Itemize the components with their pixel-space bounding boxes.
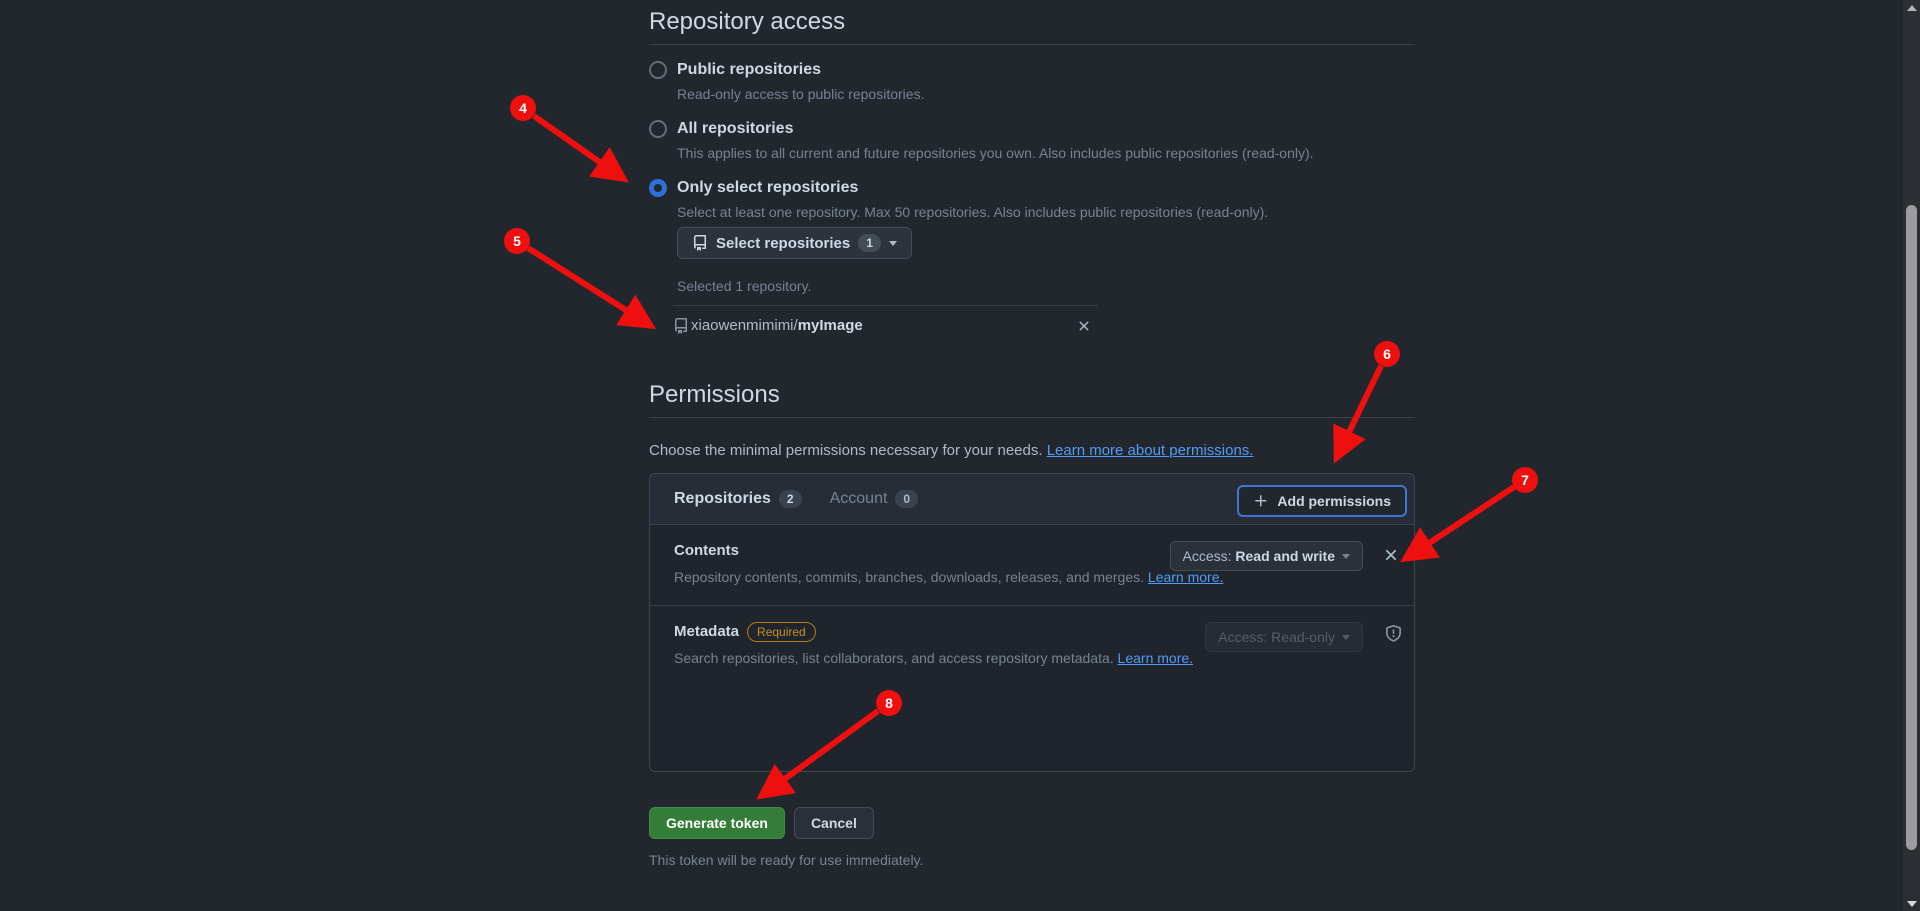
chevron-down-icon bbox=[1342, 554, 1350, 559]
option-label[interactable]: Only select repositories bbox=[677, 177, 858, 199]
svg-text:4: 4 bbox=[519, 100, 527, 116]
access-dropdown-contents[interactable]: Access: Read and write bbox=[1170, 541, 1364, 571]
account-count-badge: 0 bbox=[895, 490, 918, 508]
plus-icon bbox=[1253, 493, 1269, 509]
permission-row-contents: Contents Repository contents, commits, b… bbox=[650, 525, 1414, 605]
repositories-count-badge: 2 bbox=[779, 490, 802, 508]
permissions-intro: Choose the minimal permissions necessary… bbox=[649, 441, 1415, 461]
selected-count-badge: 1 bbox=[858, 234, 881, 252]
repo-icon bbox=[692, 235, 708, 251]
close-icon bbox=[1382, 546, 1400, 564]
permission-row-metadata: Metadata Required Search repositories, l… bbox=[650, 605, 1414, 685]
annotation-circle-4 bbox=[510, 95, 536, 121]
learn-more-permissions-link[interactable]: Learn more about permissions. bbox=[1047, 442, 1254, 459]
select-repositories-label: Select repositories bbox=[716, 235, 850, 252]
option-label[interactable]: All repositories bbox=[677, 118, 793, 140]
option-label[interactable]: Public repositories bbox=[677, 59, 821, 81]
add-permissions-button[interactable]: Add permissions bbox=[1237, 485, 1407, 517]
scroll-up-icon[interactable] bbox=[1907, 5, 1917, 11]
access-dropdown-metadata: Access: Read-only bbox=[1205, 622, 1363, 652]
close-icon bbox=[1076, 318, 1092, 334]
learn-more-link[interactable]: Learn more. bbox=[1148, 569, 1223, 585]
radio-public-repositories[interactable] bbox=[649, 61, 667, 79]
token-ready-note: This token will be ready for use immedia… bbox=[649, 852, 1415, 868]
form-actions: Generate token Cancel bbox=[649, 807, 1415, 839]
scroll-down-icon[interactable] bbox=[1907, 901, 1917, 907]
permissions-panel-header: Repositories 2 Account 0 Add permissions bbox=[650, 474, 1414, 525]
svg-text:7: 7 bbox=[1521, 472, 1529, 488]
permissions-panel: Repositories 2 Account 0 Add permissions… bbox=[649, 473, 1415, 772]
option-public-repositories: Public repositories Read-only access to … bbox=[649, 59, 1415, 104]
cancel-button[interactable]: Cancel bbox=[794, 807, 874, 839]
option-description: This applies to all current and future r… bbox=[677, 143, 1415, 163]
option-description: Read-only access to public repositories. bbox=[677, 84, 1415, 104]
required-badge: Required bbox=[747, 622, 816, 642]
radio-all-repositories[interactable] bbox=[649, 120, 667, 138]
generate-token-button[interactable]: Generate token bbox=[649, 807, 785, 839]
selected-repo-name: xiaowenmimimi/myImage bbox=[691, 317, 863, 334]
chevron-down-icon bbox=[1342, 635, 1350, 640]
svg-text:5: 5 bbox=[513, 233, 521, 249]
option-only-select-repositories: Only select repositories Select at least… bbox=[649, 177, 1415, 222]
repo-icon bbox=[673, 318, 689, 334]
annotation-circle-7 bbox=[1512, 467, 1538, 493]
remove-permission-button[interactable] bbox=[1382, 546, 1400, 569]
selected-summary: Selected 1 repository. bbox=[677, 276, 1415, 296]
remove-repo-button[interactable] bbox=[1076, 318, 1092, 339]
shield-alert-icon bbox=[1385, 625, 1402, 647]
scrollbar[interactable] bbox=[1903, 0, 1920, 911]
tab-repositories[interactable]: Repositories 2 bbox=[674, 490, 802, 508]
option-all-repositories: All repositories This applies to all cur… bbox=[649, 118, 1415, 163]
learn-more-link[interactable]: Learn more. bbox=[1118, 650, 1193, 666]
selected-repo-row: xiaowenmimimi/myImage bbox=[673, 306, 1098, 344]
radio-only-select-repositories[interactable] bbox=[649, 179, 667, 197]
permissions-heading: Permissions bbox=[649, 381, 1415, 418]
select-repositories-button[interactable]: Select repositories 1 bbox=[677, 227, 912, 259]
tab-account[interactable]: Account 0 bbox=[830, 490, 919, 508]
annotation-circle-5 bbox=[504, 228, 530, 254]
scrollbar-thumb[interactable] bbox=[1906, 205, 1917, 850]
repository-access-heading: Repository access bbox=[649, 8, 1415, 45]
option-description: Select at least one repository. Max 50 r… bbox=[677, 202, 1415, 222]
selected-repo-list: xiaowenmimimi/myImage bbox=[673, 305, 1098, 344]
main-content: Repository access Public repositories Re… bbox=[649, 0, 1415, 868]
chevron-down-icon bbox=[889, 241, 897, 246]
